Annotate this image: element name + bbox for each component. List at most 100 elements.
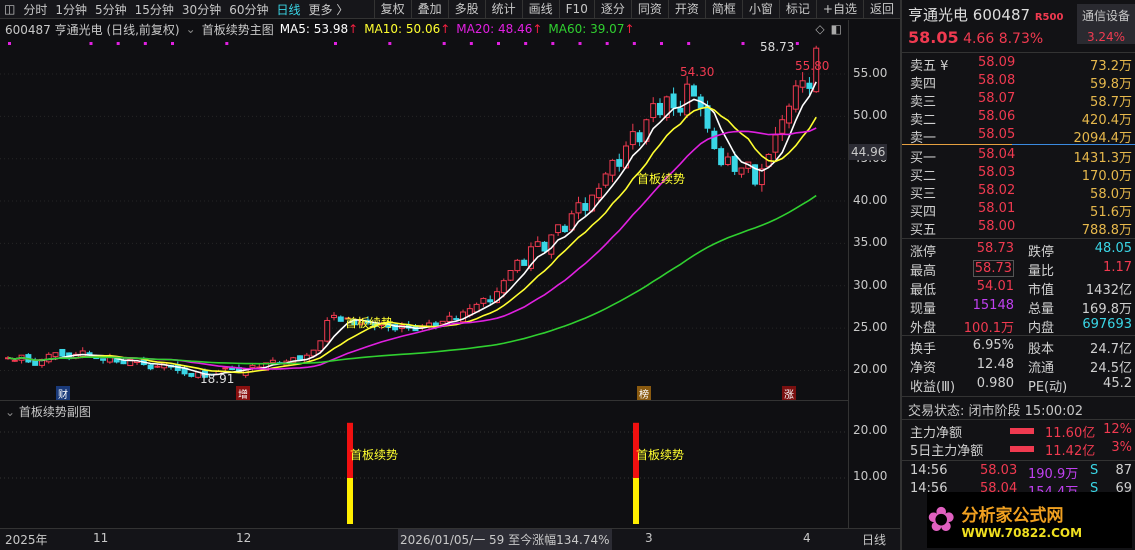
stat-row-cell: 58.73 xyxy=(976,241,1014,256)
stat-row-cell: 12.48 xyxy=(976,357,1014,372)
candle-body xyxy=(609,159,616,176)
candle-body xyxy=(582,203,589,211)
toolbar-button[interactable]: 叠加 xyxy=(410,0,448,19)
ask-row-cell: 卖四 xyxy=(910,77,937,92)
candle-body xyxy=(534,241,541,247)
toolbar-button[interactable]: 多股 xyxy=(447,0,485,19)
stat-row-cell: 58.73 xyxy=(972,260,1014,277)
signal-dot xyxy=(605,42,609,45)
candle-body xyxy=(684,83,691,116)
candle-body xyxy=(45,353,52,363)
bid-row-cell: 170.0万 xyxy=(1081,169,1132,184)
ask-row-cell: 420.4万 xyxy=(1081,113,1132,128)
toolbar-button[interactable]: 开资 xyxy=(667,0,705,19)
candle-body xyxy=(331,314,337,319)
stat-row-cell: 涨停 xyxy=(910,245,937,260)
timeframe-tab[interactable]: 15分钟 xyxy=(131,1,178,18)
diamond-icon[interactable]: ◇ xyxy=(815,22,824,36)
ma20-line xyxy=(7,127,817,370)
candle-body xyxy=(432,322,439,327)
stat-row: 收益(Ⅲ) 0.980 PE(动) 45.2 xyxy=(910,376,1132,395)
timeframe-tab[interactable]: 更多 〉 xyxy=(305,1,353,18)
timeframe-tab[interactable]: 分时 xyxy=(19,1,51,18)
toolbar-button[interactable]: 返回 xyxy=(862,0,900,19)
candle-body xyxy=(541,241,548,252)
marker-cai[interactable]: 财 xyxy=(56,386,70,401)
xtick: 2025年 xyxy=(5,533,48,547)
stock-title: 600487 亨通光电 (日线,前复权) xyxy=(5,22,180,37)
candle-body xyxy=(487,299,494,303)
sub-tick: 10.00 xyxy=(853,469,888,483)
layout-toggle-icon[interactable]: ◫ xyxy=(0,2,19,16)
ma10-line xyxy=(7,106,817,374)
stat-row-cell: 697693 xyxy=(1082,317,1132,332)
marker-bang[interactable]: 榜 xyxy=(637,386,651,401)
ma60-line xyxy=(7,194,817,365)
timeframe-tab[interactable]: 5分钟 xyxy=(91,1,131,18)
signal-dot xyxy=(225,42,229,45)
candle-body xyxy=(561,225,568,233)
candle-body xyxy=(337,316,344,322)
panel-toggle-icon[interactable]: ◧ xyxy=(831,22,842,36)
timeframe-tab[interactable]: 30分钟 xyxy=(178,1,225,18)
indicator-name[interactable]: 首板续势主图 xyxy=(202,21,274,38)
price-axis: 55.0050.0045.0040.0035.0030.0025.0020.00… xyxy=(848,20,900,530)
toolbar-button[interactable]: 简框 xyxy=(704,0,742,19)
toolbar-button[interactable]: 画线 xyxy=(521,0,559,19)
watermark-logo: ✿ 分析家公式网 WWW.70822.COM xyxy=(927,492,1132,548)
sector-badge[interactable]: 通信设备 3.24% xyxy=(1077,4,1135,44)
timeframe-tab[interactable]: 1分钟 xyxy=(51,1,91,18)
bid-row: 买四 58.01 51.6万 xyxy=(910,201,1132,220)
period-label[interactable]: 日线 xyxy=(862,531,886,548)
ask-row: 卖二 58.06 420.4万 xyxy=(910,109,1132,128)
timeframe-tab[interactable]: 60分钟 xyxy=(225,1,272,18)
toolbar-button[interactable]: 同资 xyxy=(630,0,668,19)
tick-row-cell: S xyxy=(1090,463,1099,478)
quote-panel: 亨通光电 600487 R500 通信设备 3.24% 58.05 4.66 8.… xyxy=(900,0,1135,550)
candle-body xyxy=(806,82,813,89)
toolbar-button[interactable]: 统计 xyxy=(484,0,522,19)
signal-dot xyxy=(660,42,663,45)
marker-zeng[interactable]: 增 xyxy=(236,386,250,401)
stat-row-cell: 48.05 xyxy=(1094,241,1132,256)
bid-row-cell: 58.02 xyxy=(978,183,1016,198)
signal-dot xyxy=(795,42,799,45)
stat-row-cell: 最低 xyxy=(910,283,937,298)
flow-row-cell: 12% xyxy=(1103,422,1132,437)
stat-row-cell: 收益(Ⅲ) xyxy=(910,380,956,395)
toolbar-button[interactable]: 标记 xyxy=(778,0,816,19)
ask-row: 卖三 58.07 58.7万 xyxy=(910,91,1132,110)
stat-row-cell: 内盘 xyxy=(1028,321,1055,336)
signal-dot xyxy=(578,42,582,45)
candle-body xyxy=(317,340,324,352)
signal-label: 首板续势 xyxy=(637,172,685,186)
toolbar-button[interactable]: +自选 xyxy=(815,0,863,19)
ask-row-cell: 58.08 xyxy=(978,73,1016,88)
stat-row-cell: 100.1万 xyxy=(963,321,1014,336)
stat-row-cell: 股本 xyxy=(1028,342,1055,357)
stat-row: 最高 58.73 量比 1.17 xyxy=(910,260,1132,279)
bid-row-cell: 买五 xyxy=(910,223,937,238)
toolbar-button[interactable]: 小窗 xyxy=(741,0,779,19)
candle-body xyxy=(711,130,718,150)
toolbar-button[interactable]: 逐分 xyxy=(593,0,631,19)
indicator-dropdown-icon[interactable]: ⌄ xyxy=(186,22,196,36)
peak-label: 54.30 xyxy=(680,65,714,79)
tick-row-cell: 58.03 xyxy=(980,463,1018,478)
candle-body xyxy=(188,372,195,377)
toolbar-button[interactable]: 复权 xyxy=(373,0,411,19)
ma5-value: MA5: 53.98↑ xyxy=(279,22,359,36)
candlestick-chart[interactable]: 58.7354.30 55.8018.91首板续势首板续势 xyxy=(0,38,848,400)
chart-info-bar: 600487 亨通光电 (日线,前复权) ⌄ 首板续势主图 MA5: 53.98… xyxy=(0,20,848,38)
candle-body xyxy=(11,359,18,362)
timeframe-tab[interactable]: 日线 xyxy=(272,1,304,18)
marker-zhang[interactable]: 涨 xyxy=(782,386,796,401)
candle-body xyxy=(792,85,799,110)
stat-row: 外盘 100.1万 内盘 697693 xyxy=(910,317,1132,336)
flow-row: 5日主力净额 11.42亿 3% xyxy=(910,440,1132,459)
price-tick: 55.00 xyxy=(853,66,888,80)
signal-dot xyxy=(334,42,337,45)
signal-label: 首板续势 xyxy=(636,448,684,462)
candle-body xyxy=(772,134,779,153)
toolbar-button[interactable]: F10 xyxy=(558,0,594,19)
